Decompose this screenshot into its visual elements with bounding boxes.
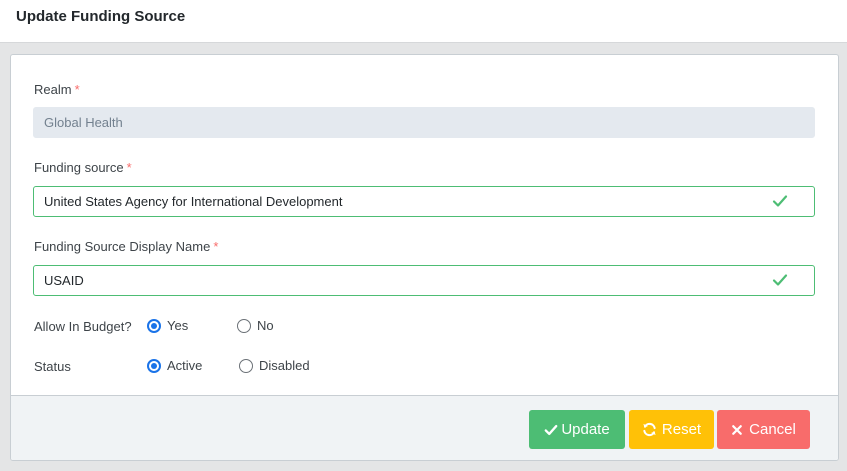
allow-in-budget-row: Allow In Budget? Yes No	[11, 317, 838, 337]
realm-field: Global Health	[33, 107, 815, 138]
status-row: Status Active Disabled	[11, 357, 838, 377]
radio-label-disabled: Disabled	[259, 358, 310, 373]
form-card: Realm * Global Health Funding source * Uni…	[10, 54, 839, 461]
cancel-button[interactable]: Cancel	[717, 410, 810, 449]
funding-source-input[interactable]: United States Agency for International D…	[33, 186, 815, 217]
funding-source-value: United States Agency for International D…	[44, 194, 343, 209]
funding-source-label: Funding source *	[34, 160, 132, 175]
page-header: Update Funding Source	[0, 0, 847, 43]
refresh-icon	[643, 422, 656, 437]
required-marker: *	[126, 160, 132, 175]
close-icon	[732, 424, 743, 435]
allow-in-budget-label: Allow In Budget?	[34, 319, 132, 334]
funding-source-label-text: Funding source	[34, 160, 124, 175]
status-disabled-radio[interactable]: Disabled	[239, 358, 310, 373]
realm-label: Realm *	[34, 82, 80, 97]
display-name-input[interactable]: USAID	[33, 265, 815, 296]
radio-label-no: No	[257, 318, 274, 333]
radio-label-yes: Yes	[167, 318, 189, 333]
radio-button-checked[interactable]	[147, 358, 161, 373]
status-label: Status	[34, 359, 71, 374]
display-name-label: Funding Source Display Name *	[34, 239, 218, 254]
allow-in-budget-no-radio[interactable]: No	[237, 318, 274, 333]
required-marker: *	[74, 82, 80, 97]
check-icon	[544, 424, 558, 435]
radio-label-active: Active	[167, 358, 203, 373]
update-button-label: Update	[561, 421, 610, 438]
radio-button[interactable]	[239, 358, 253, 373]
reset-button-label: Reset	[661, 421, 702, 438]
reset-button[interactable]: Reset	[629, 410, 714, 449]
allow-in-budget-yes-radio[interactable]: Yes	[147, 318, 188, 333]
page-title: Update Funding Source	[16, 8, 186, 25]
form-body: Realm * Global Health Funding source * Uni…	[11, 55, 838, 395]
cancel-button-label: Cancel	[749, 421, 796, 438]
radio-button[interactable]	[237, 318, 251, 333]
status-active-radio[interactable]: Active	[147, 358, 202, 373]
required-marker: *	[213, 239, 219, 254]
display-name-value: USAID	[44, 273, 84, 288]
realm-value: Global Health	[44, 115, 123, 130]
update-button[interactable]: Update	[529, 410, 625, 449]
check-icon	[772, 195, 788, 207]
check-icon	[772, 274, 788, 286]
display-name-label-text: Funding Source Display Name	[34, 239, 211, 254]
realm-label-text: Realm	[34, 82, 72, 97]
form-footer: Update Reset Cancel	[11, 395, 838, 460]
radio-button-checked[interactable]	[147, 318, 161, 333]
